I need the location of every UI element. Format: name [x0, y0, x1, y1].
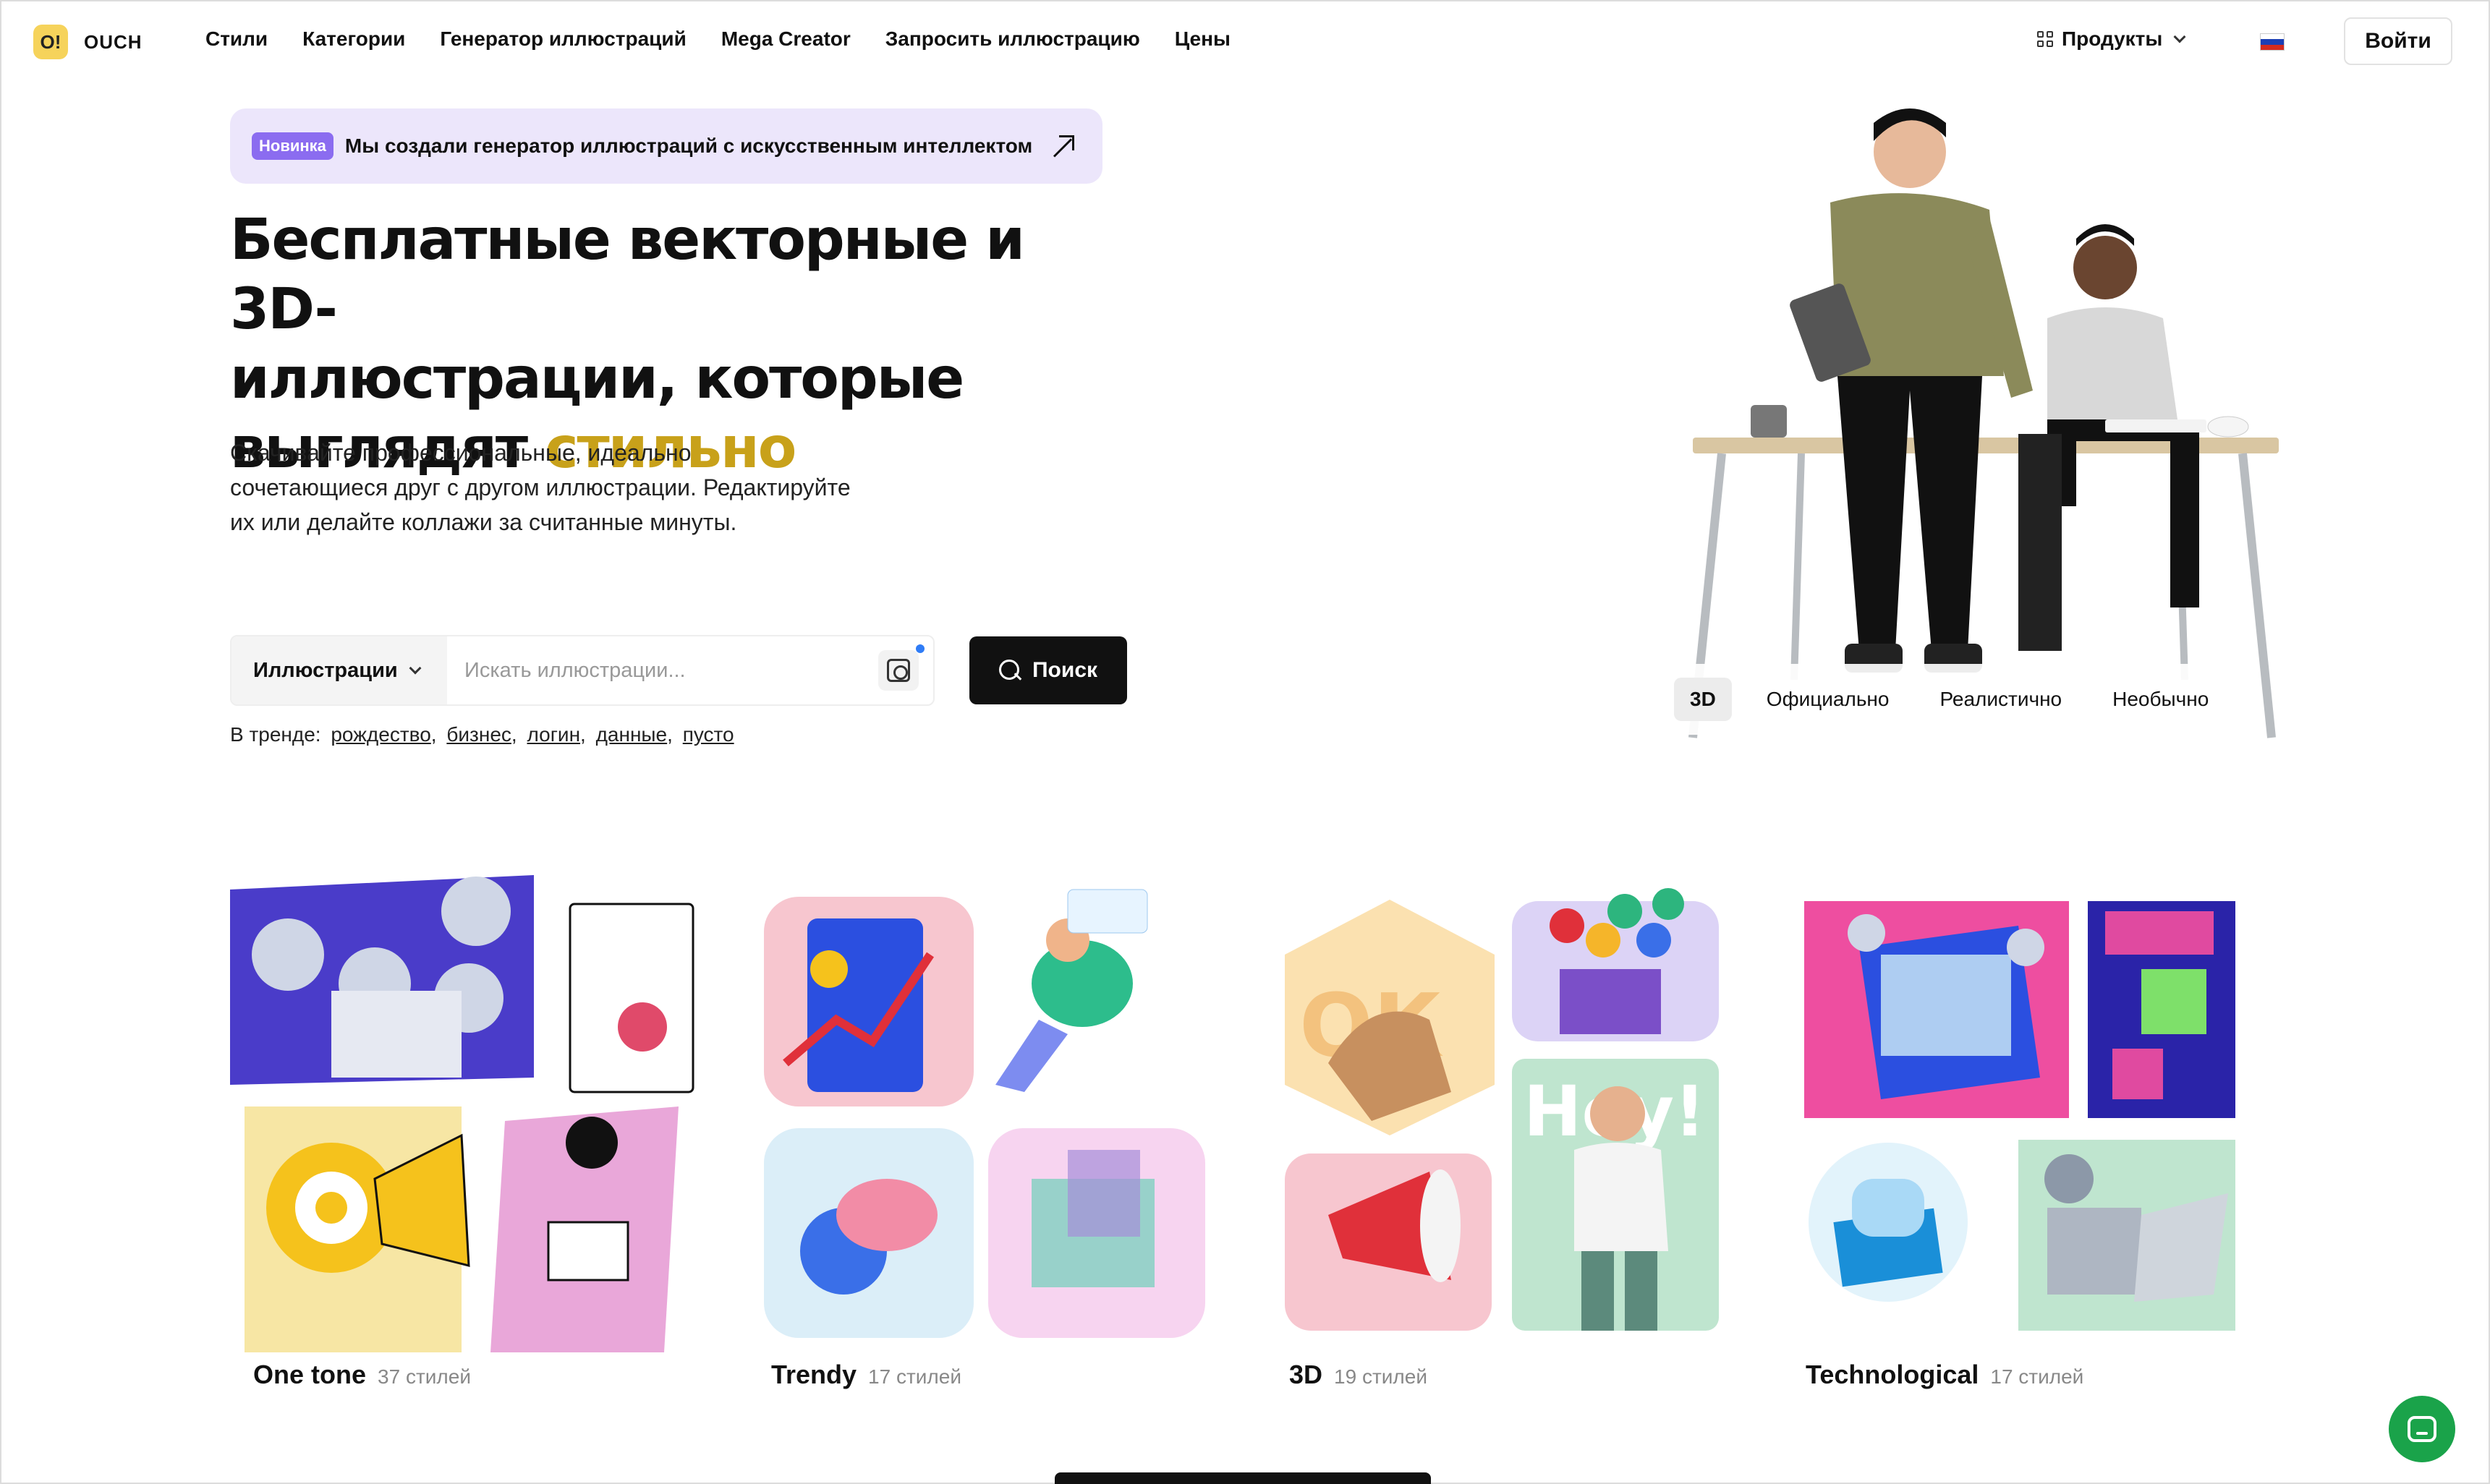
style-tabs: 3D Официально Реалистично Необычно	[1664, 664, 2209, 735]
arrow-up-right-icon	[1053, 135, 1075, 157]
nav-generator[interactable]: Генератор иллюстраций	[440, 27, 686, 51]
category-trendy-collage[interactable]	[764, 875, 1205, 1345]
trending-tags: В тренде: рождество, бизнес, логин, данн…	[230, 723, 734, 746]
category-technological[interactable]: Technological 17 стилей	[1806, 1360, 2083, 1390]
new-badge: Новинка	[252, 132, 333, 160]
search-type-dropdown[interactable]: Иллюстрации	[231, 636, 447, 704]
category-count: 19 стилей	[1334, 1365, 1427, 1388]
tab-3d[interactable]: 3D	[1674, 678, 1732, 721]
trend-link[interactable]: пусто	[683, 723, 734, 746]
category-technological-collage[interactable]	[1801, 875, 2235, 1338]
search-button-label: Поиск	[1032, 658, 1098, 682]
announcement-banner[interactable]: Новинка Мы создали генератор иллюстраций…	[230, 108, 1102, 184]
search-bar: Иллюстрации	[230, 635, 935, 706]
category-trendy[interactable]: Trendy 17 стилей	[771, 1360, 961, 1390]
category-count: 17 стилей	[868, 1365, 961, 1388]
chat-button[interactable]	[2389, 1396, 2455, 1462]
trends-prefix: В тренде:	[230, 723, 321, 746]
logo-text: OUCH	[84, 30, 143, 53]
grid-icon	[2037, 31, 2053, 47]
hero-subtitle: Скачивайте профессиональные, идеально со…	[230, 440, 851, 535]
login-button[interactable]: Войти	[2344, 17, 2452, 65]
products-menu[interactable]: Продукты	[2037, 27, 2186, 51]
category-one-tone-collage[interactable]	[230, 875, 708, 1352]
search-button[interactable]: Поиск	[969, 636, 1127, 704]
notification-dot	[916, 644, 925, 653]
search-icon	[998, 660, 1021, 681]
tab-realistic[interactable]: Реалистично	[1924, 678, 2078, 721]
search-input[interactable]	[447, 636, 878, 704]
category-name: Trendy	[771, 1360, 857, 1389]
bottom-sticky-bar[interactable]	[1055, 1472, 1431, 1484]
category-name: Technological	[1806, 1360, 1979, 1389]
category-name: One tone	[253, 1360, 367, 1389]
tab-unusual[interactable]: Необычно	[2096, 678, 2225, 721]
logo[interactable]: O! OUCH	[33, 25, 143, 59]
hero-title-line1: Бесплатные векторные и 3D-	[230, 208, 1025, 342]
chat-icon	[2408, 1416, 2436, 1442]
trend-link[interactable]: рождество	[331, 723, 430, 746]
category-count: 37 стилей	[378, 1365, 471, 1388]
nav-mega-creator[interactable]: Mega Creator	[721, 27, 851, 51]
tab-official[interactable]: Официально	[1751, 678, 1905, 721]
products-label: Продукты	[2062, 27, 2163, 50]
chevron-down-icon	[409, 662, 422, 675]
trend-link[interactable]: бизнес	[446, 723, 511, 746]
language-flag-icon[interactable]	[2260, 33, 2285, 51]
category-name: 3D	[1289, 1360, 1323, 1389]
nav-pricing[interactable]: Цены	[1175, 27, 1231, 51]
nav-styles[interactable]: Стили	[205, 27, 268, 51]
hero-illustration	[1688, 108, 2279, 738]
category-3d[interactable]: 3D 19 стилей	[1289, 1360, 1427, 1390]
chevron-down-icon	[2173, 30, 2186, 43]
trend-link[interactable]: логин	[527, 723, 580, 746]
category-one-tone[interactable]: One tone 37 стилей	[253, 1360, 471, 1390]
announcement-text: Мы создали генератор иллюстраций с искус…	[344, 135, 1033, 157]
hero-title-line2: иллюстрации, которые	[230, 346, 964, 411]
nav-request[interactable]: Запросить иллюстрацию	[885, 27, 1140, 51]
category-3d-collage[interactable]: OK Hey!	[1285, 875, 1719, 1338]
image-search-button[interactable]	[878, 644, 925, 691]
nav-categories[interactable]: Категории	[302, 27, 405, 51]
image-search-icon	[887, 659, 910, 682]
category-count: 17 стилей	[1990, 1365, 2084, 1388]
search-type-label: Иллюстрации	[253, 658, 398, 682]
main-nav: Стили Категории Генератор иллюстраций Me…	[205, 27, 1231, 51]
logo-mark: O!	[33, 25, 68, 59]
trend-link[interactable]: данные	[596, 723, 668, 746]
